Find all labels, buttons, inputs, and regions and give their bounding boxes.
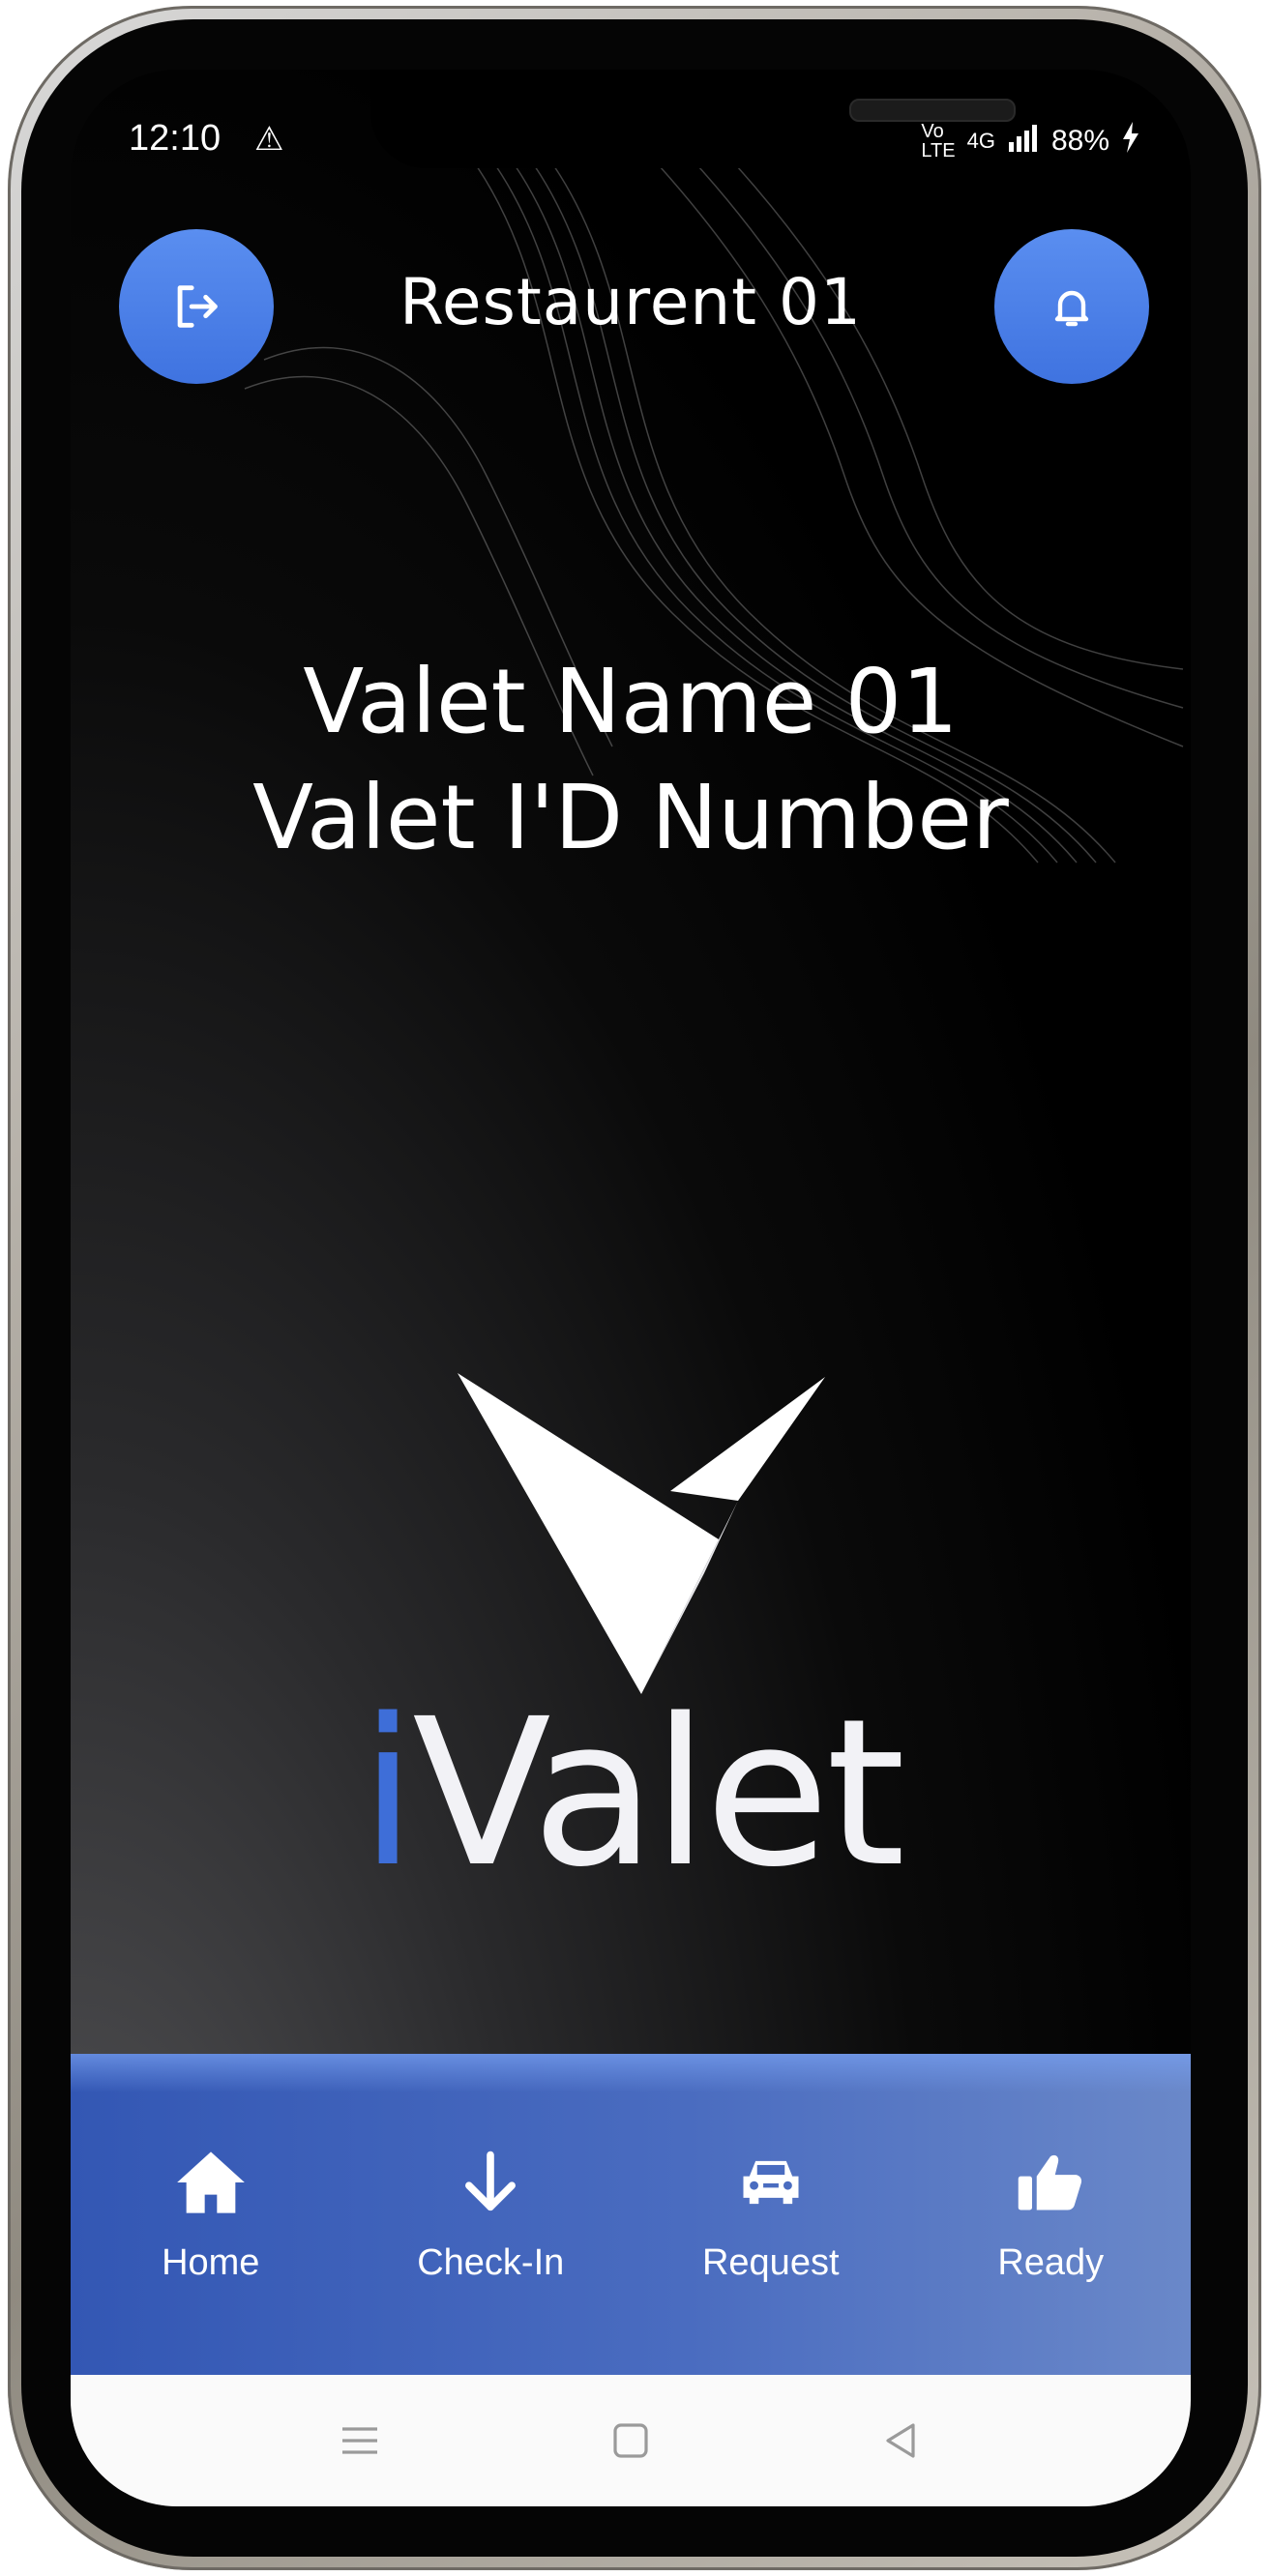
status-time: 12:10	[129, 118, 222, 159]
tab-home[interactable]: Home	[71, 2054, 351, 2375]
thumbs-up-icon	[1019, 2154, 1082, 2210]
camera-notch	[370, 70, 1016, 168]
logo-valet: Valet	[412, 1675, 905, 1912]
tab-label: Ready	[997, 2241, 1105, 2283]
tab-request[interactable]: Request	[631, 2054, 911, 2375]
home-nav-icon[interactable]	[607, 2417, 654, 2464]
tab-label: Home	[162, 2241, 260, 2283]
warning-icon: ⚠	[254, 120, 284, 159]
app-screen: 12:10 ⚠ Vo LTE 4G 88% Restaurent 01 Valet…	[71, 70, 1191, 2506]
valet-name: Valet Name 01	[303, 650, 959, 753]
network-label: 4G	[966, 129, 995, 153]
signal-icon	[1007, 123, 1040, 160]
car-icon	[743, 2160, 799, 2204]
back-icon[interactable]	[878, 2417, 925, 2464]
arrow-down-icon	[465, 2151, 517, 2210]
tab-label: Request	[701, 2241, 840, 2283]
ivalet-logo-mark	[458, 1373, 825, 1694]
bottom-tab-bar: Home Check-In Request Ready	[71, 2054, 1191, 2375]
status-icons-right: Vo LTE 4G 88%	[921, 122, 1140, 161]
home-icon	[176, 2151, 245, 2213]
ivalet-logo-text: iValet	[71, 1675, 1191, 1912]
charging-icon	[1121, 122, 1140, 161]
tab-check-in[interactable]: Check-In	[351, 2054, 632, 2375]
system-nav-bar	[71, 2375, 1191, 2506]
volte-icon: Vo LTE	[921, 121, 956, 161]
speaker-grille	[849, 99, 1016, 122]
tab-ready[interactable]: Ready	[911, 2054, 1192, 2375]
bell-icon	[1054, 290, 1089, 327]
tab-label: Check-In	[417, 2241, 565, 2283]
notifications-button[interactable]	[994, 229, 1149, 384]
valet-id-number: Valet I'D Number	[252, 766, 1009, 869]
recent-apps-icon[interactable]	[337, 2417, 383, 2464]
battery-level: 88%	[1050, 125, 1109, 157]
logo-i: i	[359, 1675, 416, 1912]
status-icons-left: ⚠	[254, 120, 283, 159]
